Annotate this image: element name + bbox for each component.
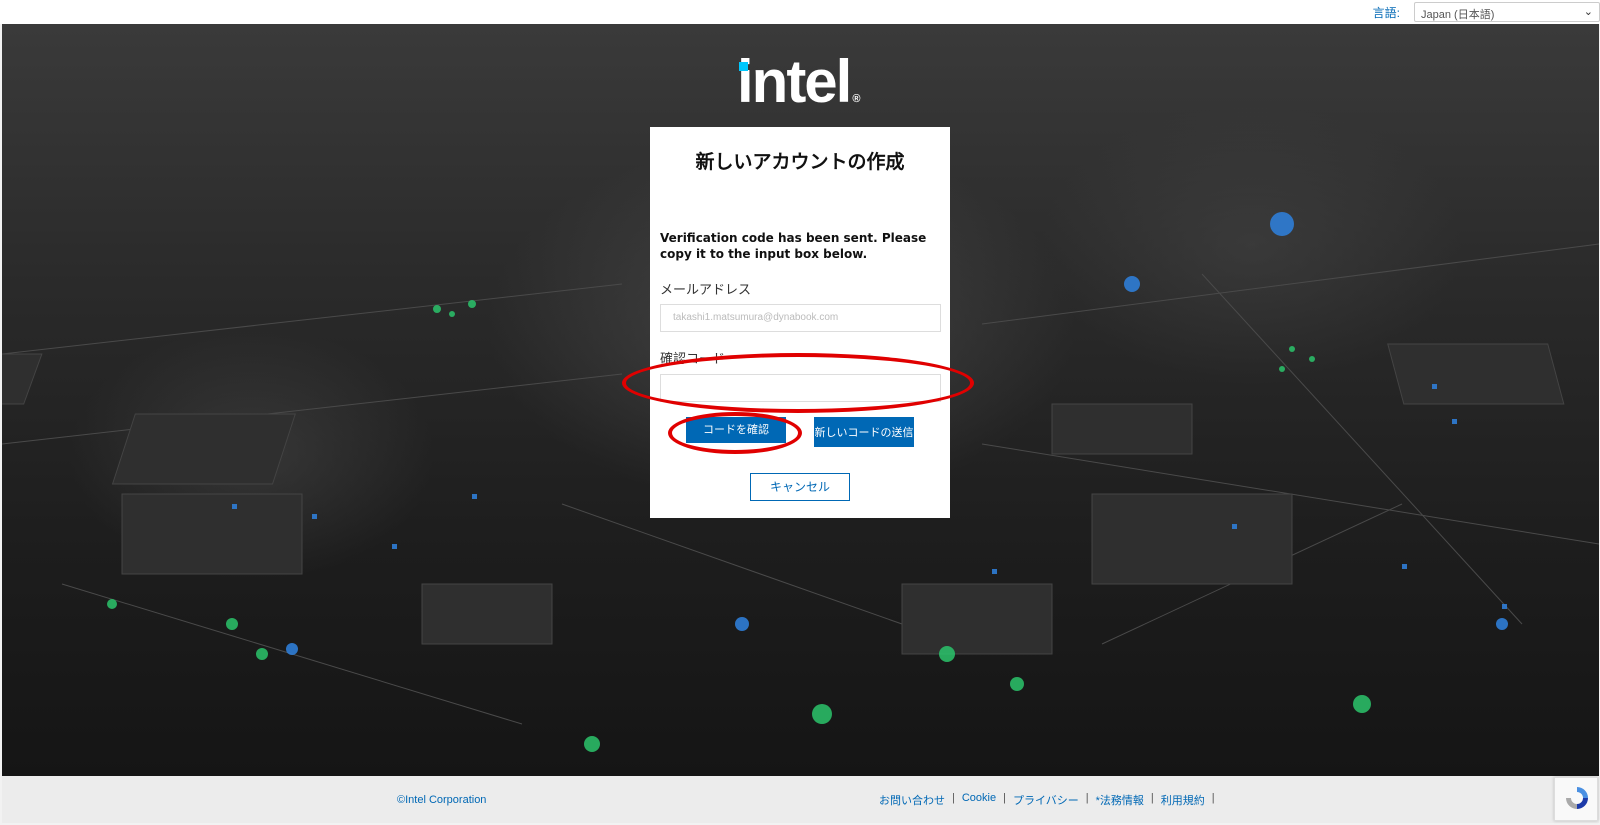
chevron-down-icon: ⌄	[1583, 6, 1593, 18]
email-field[interactable]: takashi1.matsumura@dynabook.com	[660, 304, 941, 332]
copyright-text: ©Intel Corporation	[397, 794, 487, 806]
footer-links: お問い合わせ | Cookie | プライバシー | *法務情報 | 利用規約 |	[879, 792, 1222, 808]
logo-text: intel	[737, 48, 852, 115]
verification-code-label: 確認コード	[660, 352, 726, 367]
resend-code-button[interactable]: 新しいコードの送信	[814, 417, 914, 447]
verify-code-button[interactable]: コードを確認	[686, 417, 786, 443]
footer-link-privacy[interactable]: プライバシー	[1013, 792, 1079, 808]
footer: ©Intel Corporation お問い合わせ | Cookie | プライバシ…	[2, 776, 1599, 823]
footer-separator: |	[1150, 792, 1154, 804]
footer-link-terms[interactable]: 利用規約	[1161, 792, 1205, 808]
footer-separator: |	[1003, 792, 1006, 804]
signup-card: 新しいアカウントの作成 Verification code has been s…	[650, 127, 950, 518]
recaptcha-badge[interactable]	[1554, 777, 1598, 821]
language-selected-value: Japan (日本語)	[1421, 9, 1495, 21]
language-select[interactable]: Japan (日本語) ⌄	[1414, 2, 1600, 22]
email-label: メールアドレス	[660, 283, 752, 298]
footer-separator: |	[1085, 792, 1089, 804]
language-label: 言語:	[1372, 6, 1400, 20]
page-title: 新しいアカウントの作成	[695, 151, 905, 173]
logo-registered-mark: ®	[852, 93, 861, 105]
recaptcha-icon	[1566, 787, 1588, 809]
intel-logo: intel ®	[737, 52, 860, 112]
cancel-button[interactable]: キャンセル	[750, 473, 850, 501]
footer-separator: |	[952, 792, 955, 804]
verification-message: Verification code has been sent. Please …	[660, 231, 927, 261]
verification-code-input[interactable]	[660, 374, 941, 402]
logo-dot-icon	[739, 62, 748, 71]
footer-link-cookie[interactable]: Cookie	[962, 792, 996, 808]
footer-link-legal[interactable]: *法務情報	[1096, 792, 1144, 808]
footer-link-contact[interactable]: お問い合わせ	[879, 792, 945, 808]
top-bar: 言語: Japan (日本語) ⌄	[0, 0, 1600, 24]
footer-separator: |	[1211, 792, 1215, 804]
